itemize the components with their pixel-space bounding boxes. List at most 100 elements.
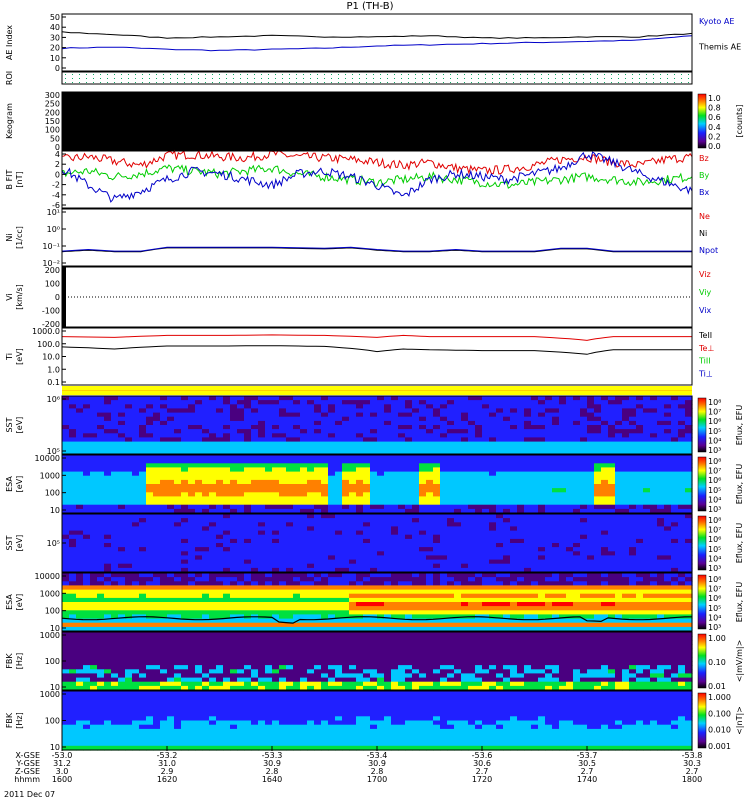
roi-dot — [345, 82, 346, 83]
sst_ion-cell — [230, 429, 238, 434]
esa_elec-cell — [97, 590, 105, 595]
esa_ion-cell — [559, 467, 567, 472]
sst_elec-cell — [195, 526, 203, 531]
sst_elec-cell — [461, 555, 469, 560]
esa_ion-cell — [83, 459, 91, 464]
sst_elec-cell — [587, 518, 595, 523]
sst_ion-cell — [125, 408, 133, 413]
sst_elec-cell — [146, 551, 154, 556]
roi-dot — [639, 78, 640, 79]
sst_elec-cell — [559, 551, 567, 556]
sst_elec-cell — [545, 535, 553, 540]
esa_elec-cell — [286, 581, 294, 586]
esa_elec-cell — [335, 585, 343, 590]
sst_ion-cell — [160, 396, 168, 401]
roi-dot — [184, 82, 185, 83]
sst_elec-cell — [685, 518, 693, 523]
sst_elec-cell — [573, 547, 581, 552]
esa_elec-cell — [335, 623, 343, 628]
sst_ion-cell — [314, 446, 322, 451]
sst_elec-cell — [377, 531, 385, 536]
esa_elec-cell — [188, 585, 196, 590]
sst_elec-cell — [370, 514, 378, 519]
sst_ion-cell — [524, 408, 532, 413]
sst_ion-cell — [111, 408, 119, 413]
sst_elec-cell — [139, 514, 147, 519]
sst_elec-cell — [510, 551, 518, 556]
sst_elec-cell — [139, 535, 147, 540]
esa_ion-cell — [146, 476, 154, 481]
sst_elec-cell — [594, 518, 602, 523]
sst_elec-cell — [475, 526, 483, 531]
roi-dot — [667, 74, 668, 75]
esa_elec-cell — [405, 614, 413, 619]
sst_ion-cell — [447, 429, 455, 434]
sst_elec-cell — [531, 564, 539, 569]
sst_elec-cell — [125, 551, 133, 556]
sst_elec-cell — [482, 526, 490, 531]
sst_elec-cell — [202, 514, 210, 519]
sst_ion-cell — [209, 396, 217, 401]
sst_ion-cell — [398, 437, 406, 442]
sst_elec-cell — [223, 535, 231, 540]
roi-dot — [646, 82, 647, 83]
sst_ion-cell — [440, 421, 448, 426]
sst_elec-cell — [433, 547, 441, 552]
sst_elec-cell — [419, 514, 427, 519]
esa_ion-cell — [678, 480, 686, 485]
esa_ion-cell — [286, 501, 294, 506]
esa_ion-cell — [146, 472, 154, 477]
sst_elec-cell — [412, 543, 420, 548]
esa_ion-cell — [132, 459, 140, 464]
esa_elec-cell — [209, 581, 217, 586]
esa_elec-cell — [69, 602, 77, 607]
sst_ion-cell — [272, 404, 280, 409]
esa_ion-cell — [405, 476, 413, 481]
sst_ion-cell — [300, 421, 308, 426]
esa_ion-cell — [601, 455, 609, 460]
sst_ion-cell — [685, 429, 693, 434]
sst_ion-cell — [398, 404, 406, 409]
ytick-label: 100 — [45, 280, 60, 289]
sst_ion-cell — [286, 413, 294, 418]
sst_elec-cell — [678, 564, 686, 569]
esa_ion-cell — [146, 467, 154, 472]
esa_ion-cell — [475, 496, 483, 501]
esa_ion-cell — [447, 472, 455, 477]
sst_ion-cell — [503, 413, 511, 418]
esa_ion-cell — [524, 455, 532, 460]
sst_ion-cell — [62, 400, 70, 405]
esa_ion-cell — [69, 496, 77, 501]
esa_ion-cell — [265, 463, 273, 468]
esa_ion-cell — [321, 501, 329, 506]
roi-dot — [660, 78, 661, 79]
esa_elec-cell — [307, 590, 315, 595]
esa_ion-cell — [545, 467, 553, 472]
esa_ion-cell — [202, 467, 210, 472]
roi-dot — [212, 78, 213, 79]
sst_ion-cell — [468, 442, 476, 447]
esa_ion-cell — [335, 455, 343, 460]
sst_ion-cell — [601, 421, 609, 426]
sst_elec-cell — [223, 551, 231, 556]
esa_ion-cell — [426, 501, 434, 506]
esa_ion-cell — [244, 476, 252, 481]
sst_ion-cell — [258, 400, 266, 405]
sst_ion-cell — [608, 425, 616, 430]
esa_elec-cell — [223, 619, 231, 624]
esa_ion-cell — [181, 459, 189, 464]
sst_ion-cell — [321, 408, 329, 413]
sst_elec-cell — [545, 518, 553, 523]
esa_elec-cell — [160, 602, 168, 607]
sst_ion-cell — [335, 437, 343, 442]
roi-dot — [114, 74, 115, 75]
esa_ion-cell — [293, 455, 301, 460]
esa_ion-cell — [321, 467, 329, 472]
roi-dot — [485, 74, 486, 75]
esa_ion-cell — [349, 463, 357, 468]
sst_elec-cell — [524, 560, 532, 565]
esa_ion-cell — [545, 472, 553, 477]
esa_elec-cell — [405, 610, 413, 615]
roi-dot — [135, 74, 136, 75]
sst_ion-cell — [545, 433, 553, 438]
